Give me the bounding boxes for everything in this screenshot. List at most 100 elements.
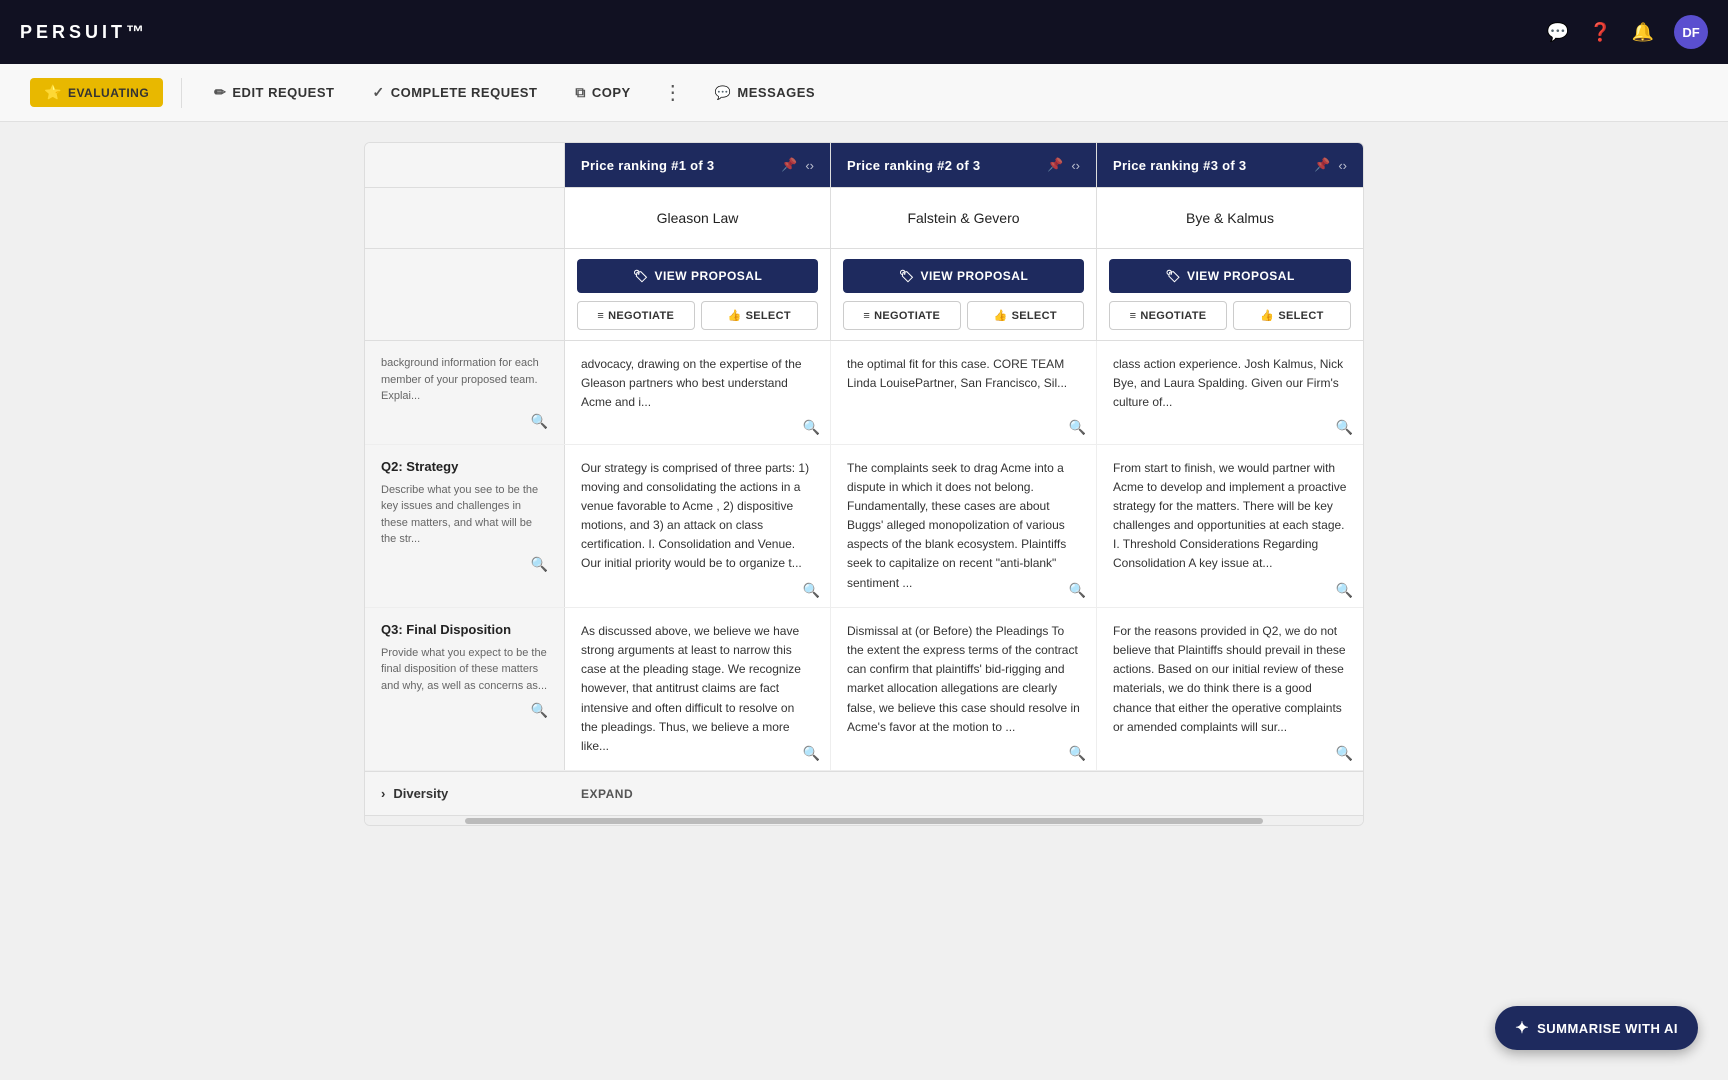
proposal-icon-2: 🏷	[899, 269, 915, 283]
select-btn-3[interactable]: 👍 SELECT	[1233, 301, 1351, 330]
zoom-icon-label-q2[interactable]: 🔍	[531, 556, 548, 573]
diversity-row: › Diversity EXPAND	[365, 771, 1363, 815]
copy-icon: ⧉	[575, 84, 586, 101]
q3-label: Q3: Final Disposition Provide what you e…	[365, 608, 565, 770]
col-header-1-title: Price ranking #1 of 3	[581, 158, 714, 173]
notifications-icon[interactable]: 🔔	[1632, 22, 1654, 43]
topbar: PERSUIT™ 💬 ❓ 🔔 DF	[0, 0, 1728, 64]
q3-cell-1: As discussed above, we believe we have s…	[565, 608, 831, 770]
expand-button[interactable]: EXPAND	[581, 787, 633, 801]
action-buttons-2: 🏷 VIEW PROPOSAL ≡ NEGOTIATE 👍 SELECT	[831, 249, 1097, 340]
col-header-2: Price ranking #2 of 3 📌 ‹›	[831, 143, 1097, 187]
zoom-icon-q3-3[interactable]: 🔍	[1336, 745, 1353, 762]
divider-1	[181, 78, 182, 108]
sel-icon-1: 👍	[728, 309, 742, 322]
diversity-label[interactable]: › Diversity	[365, 772, 565, 815]
pin-icon-3[interactable]: 📌	[1314, 157, 1330, 173]
evaluating-label: EVALUATING	[68, 86, 149, 100]
zoom-icon-q1-1[interactable]: 🔍	[803, 419, 820, 436]
diversity-expand: EXPAND	[565, 772, 1363, 815]
messages-button[interactable]: 💬 MESSAGES	[701, 79, 829, 107]
proposal-icon-3: 🏷	[1165, 269, 1181, 283]
avatar[interactable]: DF	[1674, 15, 1708, 49]
zoom-icon-q2-2[interactable]: 🔍	[1069, 582, 1086, 599]
q3-label-title: Q3: Final Disposition	[381, 622, 548, 637]
neg-icon-2: ≡	[863, 310, 870, 322]
edit-request-button[interactable]: ✏ EDIT REQUEST	[200, 78, 348, 107]
q1-label: background information for each member o…	[365, 341, 565, 444]
nav-arrows-3[interactable]: ‹›	[1338, 158, 1347, 173]
q1-label-zoom: 🔍	[381, 413, 548, 430]
small-btns-2: ≡ NEGOTIATE 👍 SELECT	[843, 301, 1084, 330]
q1-cell-3: class action experience. Josh Kalmus, Ni…	[1097, 341, 1363, 444]
col-header-3-actions: 📌 ‹›	[1314, 157, 1347, 173]
negotiate-btn-3[interactable]: ≡ NEGOTIATE	[1109, 301, 1227, 330]
action-buttons-1: 🏷 VIEW PROPOSAL ≡ NEGOTIATE 👍 SELECT	[565, 249, 831, 340]
pin-icon-2[interactable]: 📌	[1047, 157, 1063, 173]
action-btns-empty	[365, 249, 565, 340]
chat-icon[interactable]: 💬	[1547, 22, 1569, 43]
col-header-1-actions: 📌 ‹›	[781, 157, 814, 173]
zoom-icon-q2-3[interactable]: 🔍	[1336, 582, 1353, 599]
q1-cell-2: the optimal fit for this case. CORE TEAM…	[831, 341, 1097, 444]
zoom-icon-q1-3[interactable]: 🔍	[1336, 419, 1353, 436]
view-proposal-btn-2[interactable]: 🏷 VIEW PROPOSAL	[843, 259, 1084, 293]
summarise-ai-button[interactable]: ✦ SUMMARISE WITH AI	[1495, 1006, 1698, 1050]
main-content: Price ranking #1 of 3 📌 ‹› Price ranking…	[0, 122, 1728, 1080]
action-buttons-3: 🏷 VIEW PROPOSAL ≡ NEGOTIATE 👍 SELECT	[1097, 249, 1363, 340]
summarise-label: SUMMARISE WITH AI	[1537, 1021, 1678, 1036]
col-header-2-title: Price ranking #2 of 3	[847, 158, 980, 173]
evaluating-badge: ⭐ EVALUATING	[30, 78, 163, 107]
copy-label: COPY	[592, 85, 631, 100]
edit-icon: ✏	[214, 84, 226, 101]
sel-icon-3: 👍	[1260, 309, 1274, 322]
help-icon[interactable]: ❓	[1589, 22, 1611, 43]
copy-button[interactable]: ⧉ COPY	[561, 78, 644, 107]
column-headers: Price ranking #1 of 3 📌 ‹› Price ranking…	[365, 143, 1363, 188]
zoom-icon-q2-1[interactable]: 🔍	[803, 582, 820, 599]
negotiate-btn-1[interactable]: ≡ NEGOTIATE	[577, 301, 695, 330]
zoom-icon-q1-2[interactable]: 🔍	[1069, 419, 1086, 436]
nav-arrows-1[interactable]: ‹›	[805, 158, 814, 173]
select-btn-1[interactable]: 👍 SELECT	[701, 301, 819, 330]
small-btns-3: ≡ NEGOTIATE 👍 SELECT	[1109, 301, 1351, 330]
complete-request-button[interactable]: ✓ COMPLETE REQUEST	[358, 78, 551, 107]
q1-label-desc: background information for each member o…	[381, 355, 548, 405]
sel-icon-2: 👍	[994, 309, 1008, 322]
zoom-icon-label-q1[interactable]: 🔍	[531, 413, 548, 430]
select-btn-2[interactable]: 👍 SELECT	[967, 301, 1085, 330]
ai-icon: ✦	[1515, 1018, 1529, 1038]
action-buttons-row: 🏷 VIEW PROPOSAL ≡ NEGOTIATE 👍 SELECT	[365, 249, 1363, 341]
badge-icon: ⭐	[44, 84, 62, 101]
header-empty-cell	[365, 143, 565, 187]
firm-names-row: Gleason Law Falstein & Gevero Bye & Kalm…	[365, 188, 1363, 249]
zoom-icon-q3-2[interactable]: 🔍	[1069, 745, 1086, 762]
more-options-button[interactable]: ⋮	[655, 76, 691, 109]
q2-label-zoom: 🔍	[381, 556, 548, 573]
horizontal-scrollbar[interactable]	[365, 815, 1363, 825]
zoom-icon-q3-1[interactable]: 🔍	[803, 745, 820, 762]
scroll-thumb[interactable]	[465, 818, 1263, 824]
q3-cell-2: Dismissal at (or Before) the Pleadings T…	[831, 608, 1097, 770]
q1-row: background information for each member o…	[365, 341, 1363, 445]
q3-text-2: Dismissal at (or Before) the Pleadings T…	[847, 622, 1080, 737]
q3-text-3: For the reasons provided in Q2, we do no…	[1113, 622, 1347, 737]
view-proposal-btn-3[interactable]: 🏷 VIEW PROPOSAL	[1109, 259, 1351, 293]
col-header-1: Price ranking #1 of 3 📌 ‹›	[565, 143, 831, 187]
messages-icon: 💬	[715, 85, 732, 101]
app-logo: PERSUIT™	[20, 22, 148, 43]
q3-cell-3: For the reasons provided in Q2, we do no…	[1097, 608, 1363, 770]
nav-arrows-2[interactable]: ‹›	[1071, 158, 1080, 173]
q3-label-zoom: 🔍	[381, 702, 548, 719]
col-header-3: Price ranking #3 of 3 📌 ‹›	[1097, 143, 1363, 187]
firm-name-2: Falstein & Gevero	[831, 188, 1097, 248]
neg-icon-1: ≡	[597, 310, 604, 322]
q2-text-3: From start to finish, we would partner w…	[1113, 459, 1347, 574]
pin-icon-1[interactable]: 📌	[781, 157, 797, 173]
view-proposal-btn-1[interactable]: 🏷 VIEW PROPOSAL	[577, 259, 818, 293]
messages-label: MESSAGES	[737, 85, 815, 100]
zoom-icon-label-q3[interactable]: 🔍	[531, 702, 548, 719]
negotiate-btn-2[interactable]: ≡ NEGOTIATE	[843, 301, 961, 330]
firm-name-empty	[365, 188, 565, 248]
q2-text-2: The complaints seek to drag Acme into a …	[847, 459, 1080, 593]
